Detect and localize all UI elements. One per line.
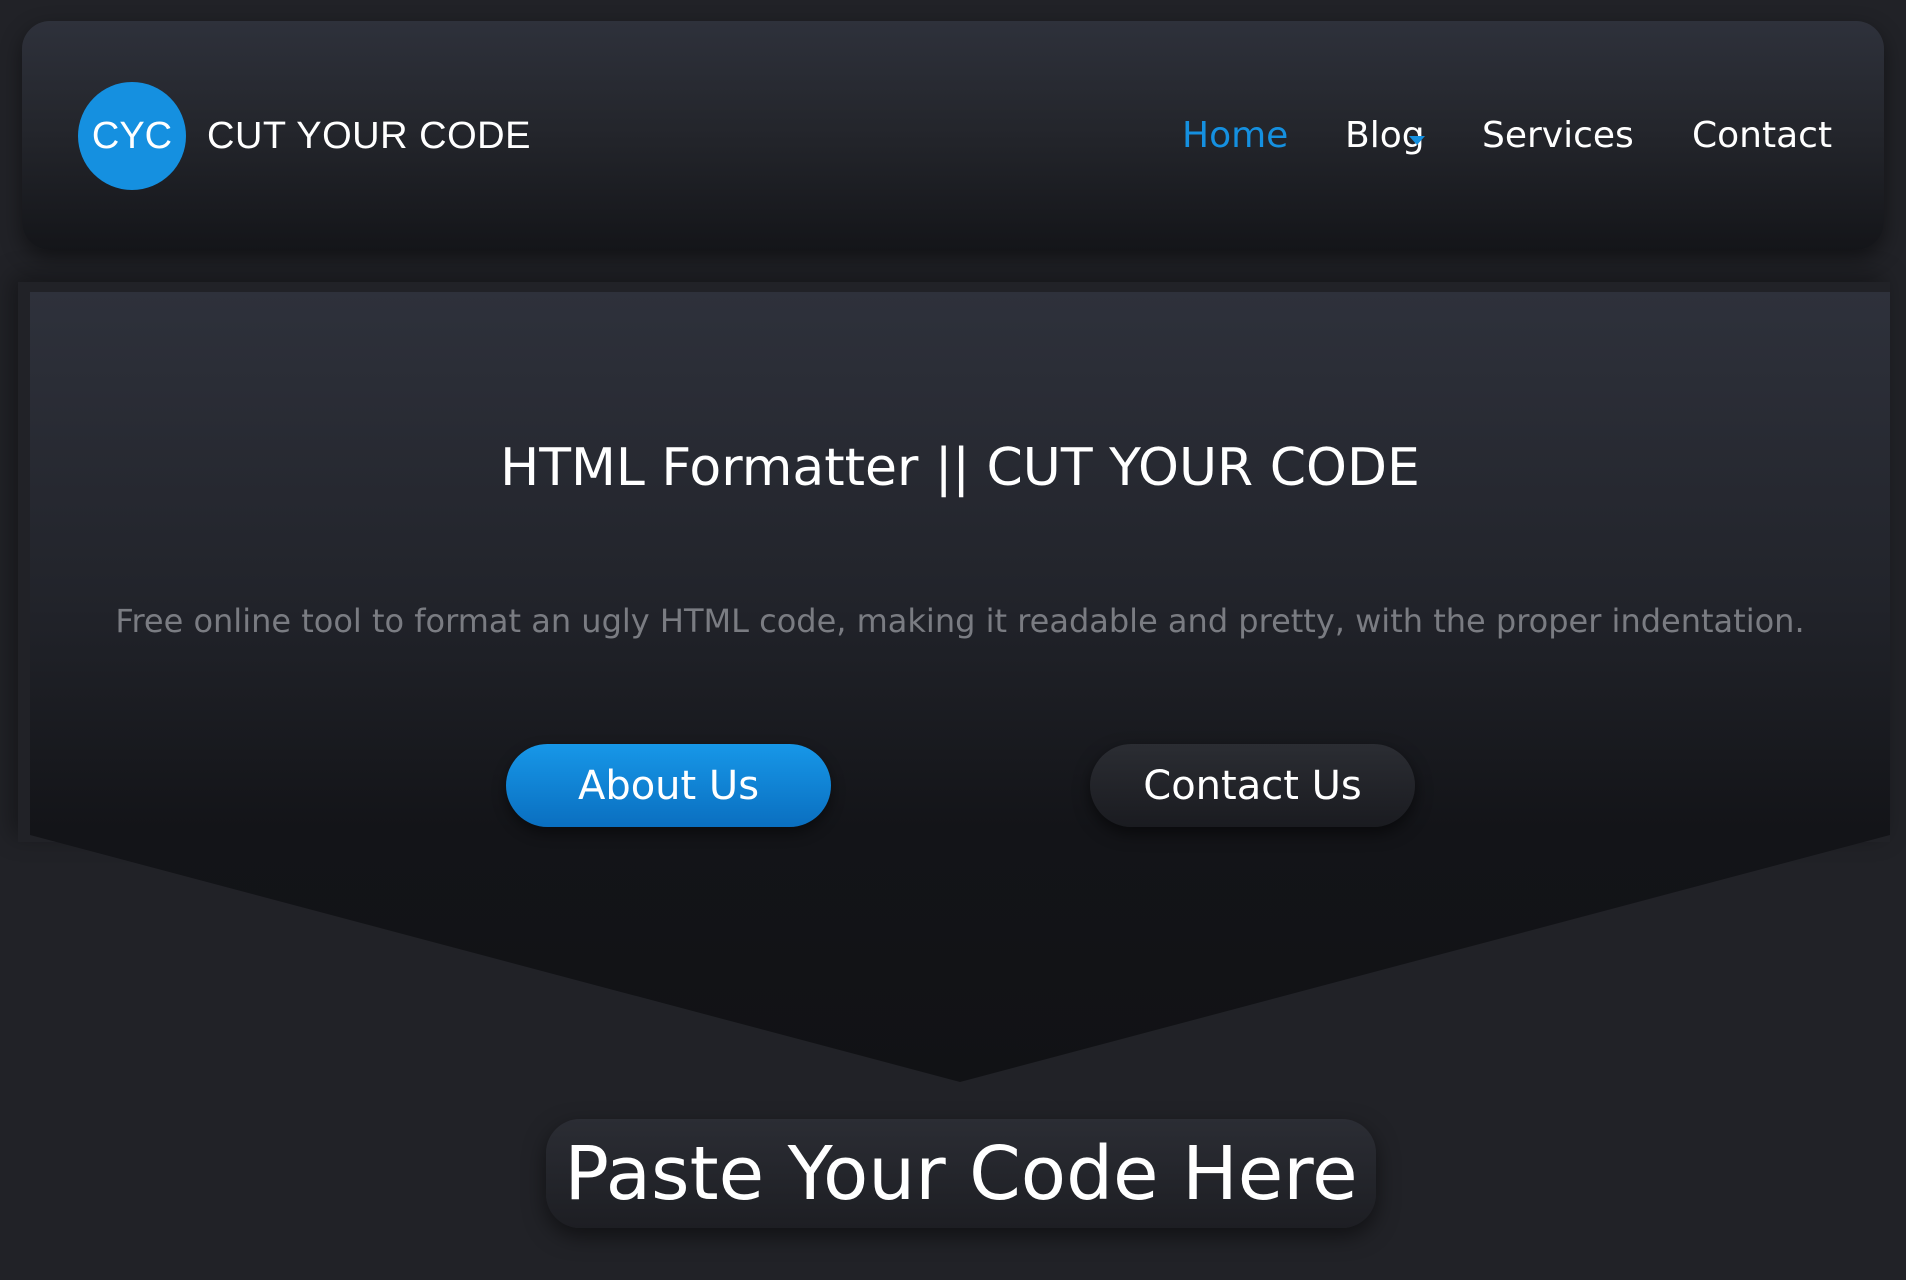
caret-down-icon[interactable] xyxy=(1409,136,1425,145)
about-us-label: About Us xyxy=(577,762,760,809)
site-header: CYC CUT YOUR CODE Home Blog Services Con… xyxy=(22,21,1884,250)
logo[interactable]: CYC xyxy=(78,82,186,190)
hero-title: HTML Formatter || CUT YOUR CODE xyxy=(500,438,1420,498)
logo-text: CYC xyxy=(91,114,173,157)
nav-services[interactable]: Services xyxy=(1482,113,1634,159)
nav-home[interactable]: Home xyxy=(1182,113,1288,159)
contact-us-button[interactable]: Contact Us xyxy=(1090,744,1415,827)
contact-us-label: Contact Us xyxy=(1143,762,1362,809)
paste-code-heading: Paste Your Code Here xyxy=(546,1119,1376,1228)
nav-contact[interactable]: Contact xyxy=(1692,113,1832,159)
brand-name[interactable]: CUT YOUR CODE xyxy=(207,113,531,159)
about-us-button[interactable]: About Us xyxy=(506,744,831,827)
hero-section xyxy=(30,292,1890,1082)
hero-description: Free online tool to format an ugly HTML … xyxy=(115,602,1805,640)
